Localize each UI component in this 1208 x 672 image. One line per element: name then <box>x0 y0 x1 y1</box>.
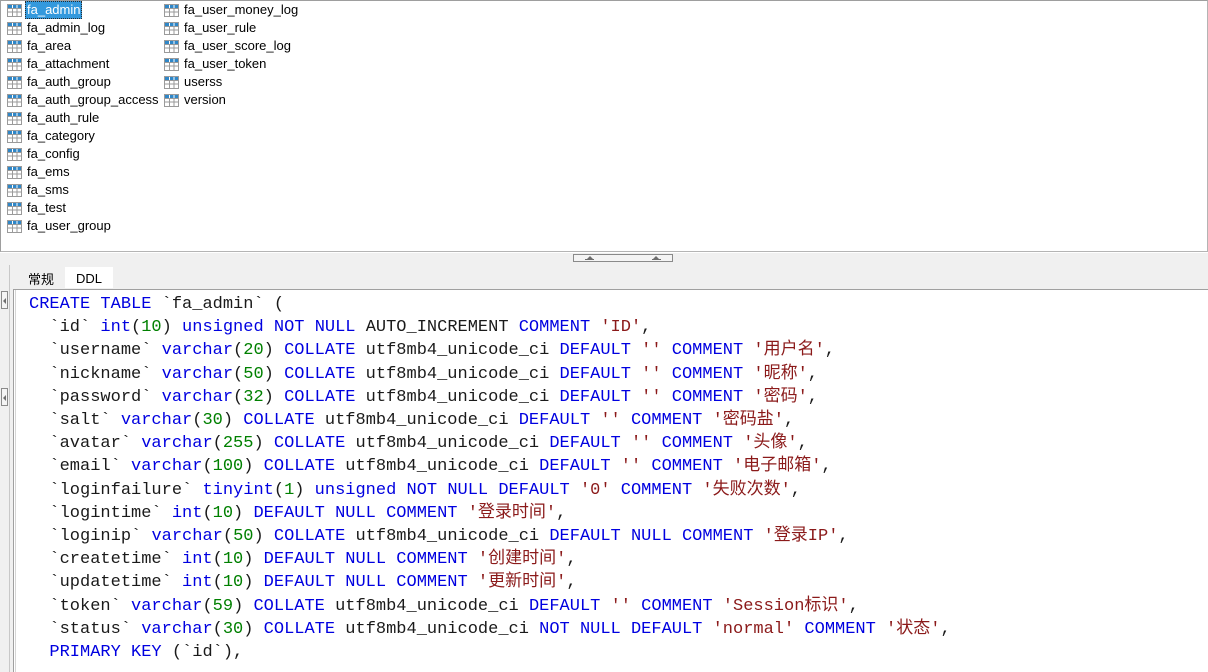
table-icon <box>7 183 22 197</box>
table-name-label: fa_user_token <box>184 56 267 71</box>
table-list-column-2: fa_user_money_log fa_user_rule fa_user_sco… <box>164 1 303 109</box>
table-name-label: fa_ems <box>27 164 70 179</box>
table-name-label: fa_auth_group <box>27 74 111 89</box>
detail-pane: 常规 DDL CREATE TABLE `fa_admin` ( `id` int… <box>0 265 1208 672</box>
table-icon <box>7 147 22 161</box>
table-list-column-1: fa_admin fa_admin_log fa_area fa_attachment… <box>7 1 164 235</box>
table-icon <box>7 201 22 215</box>
table-list-item[interactable]: fa_ems <box>7 163 164 181</box>
table-icon <box>7 219 22 233</box>
ddl-sql-text[interactable]: CREATE TABLE `fa_admin` ( `id` int(10) u… <box>16 290 1208 664</box>
table-name-label: fa_user_group <box>27 218 111 233</box>
table-icon <box>7 3 22 17</box>
table-name-label: fa_area <box>27 38 72 53</box>
collapse-left-triangle-icon[interactable] <box>3 298 6 304</box>
table-name-label: fa_test <box>27 200 67 215</box>
table-list-pane[interactable]: fa_admin fa_admin_log fa_area fa_attachment… <box>0 0 1208 252</box>
table-icon <box>7 75 22 89</box>
table-name-label: fa_attachment <box>27 56 110 71</box>
ddl-viewer-window: fa_admin fa_admin_log fa_area fa_attachment… <box>0 0 1208 672</box>
table-icon <box>7 93 22 107</box>
table-name-label: fa_sms <box>27 182 69 197</box>
table-list[interactable]: fa_admin fa_admin_log fa_area fa_attachment… <box>1 1 1207 251</box>
table-name-label: fa_auth_group_access <box>27 92 159 107</box>
tab-ddl[interactable]: DDL <box>65 267 114 290</box>
table-name-label: fa_user_rule <box>184 20 257 35</box>
tab-general[interactable]: 常规 <box>17 269 66 290</box>
vertical-splitter[interactable] <box>0 265 10 672</box>
table-name-label: fa_user_score_log <box>184 38 291 53</box>
table-icon <box>7 57 22 71</box>
table-icon <box>164 39 179 53</box>
table-list-item[interactable]: fa_admin <box>7 1 164 19</box>
splitter-grip-bar-right <box>652 259 661 260</box>
splitter-grip[interactable] <box>573 254 673 262</box>
table-name-label: fa_category <box>27 128 95 143</box>
table-list-item[interactable]: version <box>164 91 303 109</box>
detail-content: 常规 DDL CREATE TABLE `fa_admin` ( `id` int… <box>10 265 1208 672</box>
table-list-item[interactable]: fa_user_rule <box>164 19 303 37</box>
table-icon <box>164 93 179 107</box>
table-list-item[interactable]: fa_test <box>7 199 164 217</box>
table-list-item[interactable]: fa_category <box>7 127 164 145</box>
table-name-label: fa_admin <box>25 1 83 19</box>
ddl-editor-surface[interactable]: CREATE TABLE `fa_admin` ( `id` int(10) u… <box>15 290 1208 672</box>
table-icon <box>7 165 22 179</box>
table-list-item[interactable]: fa_user_score_log <box>164 37 303 55</box>
tab-bar[interactable]: 常规 DDL <box>10 265 1208 290</box>
table-icon <box>7 39 22 53</box>
table-icon <box>164 75 179 89</box>
ddl-editor[interactable]: CREATE TABLE `fa_admin` ( `id` int(10) u… <box>13 289 1208 672</box>
table-name-label: fa_user_money_log <box>184 2 299 17</box>
table-icon <box>7 129 22 143</box>
table-list-item[interactable]: fa_admin_log <box>7 19 164 37</box>
table-list-item[interactable]: fa_user_money_log <box>164 1 303 19</box>
table-icon <box>164 21 179 35</box>
vertical-splitter-grip-bottom[interactable] <box>1 388 8 406</box>
table-list-item[interactable]: fa_area <box>7 37 164 55</box>
table-list-item[interactable]: fa_user_token <box>164 55 303 73</box>
collapse-left-triangle-icon[interactable] <box>3 395 6 401</box>
table-list-item[interactable]: fa_auth_rule <box>7 109 164 127</box>
table-list-item[interactable]: fa_config <box>7 145 164 163</box>
table-icon <box>164 57 179 71</box>
splitter-grip-bar-left <box>585 259 594 260</box>
horizontal-splitter[interactable] <box>0 252 1208 265</box>
table-name-label: version <box>184 92 226 107</box>
table-name-label: fa_config <box>27 146 80 161</box>
table-name-label: fa_auth_rule <box>27 110 100 125</box>
table-list-item[interactable]: fa_auth_group <box>7 73 164 91</box>
table-list-item[interactable]: fa_attachment <box>7 55 164 73</box>
table-icon <box>164 3 179 17</box>
table-list-item[interactable]: fa_user_group <box>7 217 164 235</box>
table-icon <box>7 21 22 35</box>
table-list-item[interactable]: fa_sms <box>7 181 164 199</box>
vertical-splitter-grip-top[interactable] <box>1 291 8 309</box>
table-name-label: fa_admin_log <box>27 20 106 35</box>
table-list-item[interactable]: userss <box>164 73 303 91</box>
table-name-label: userss <box>184 74 223 89</box>
table-list-item[interactable]: fa_auth_group_access <box>7 91 164 109</box>
table-icon <box>7 111 22 125</box>
